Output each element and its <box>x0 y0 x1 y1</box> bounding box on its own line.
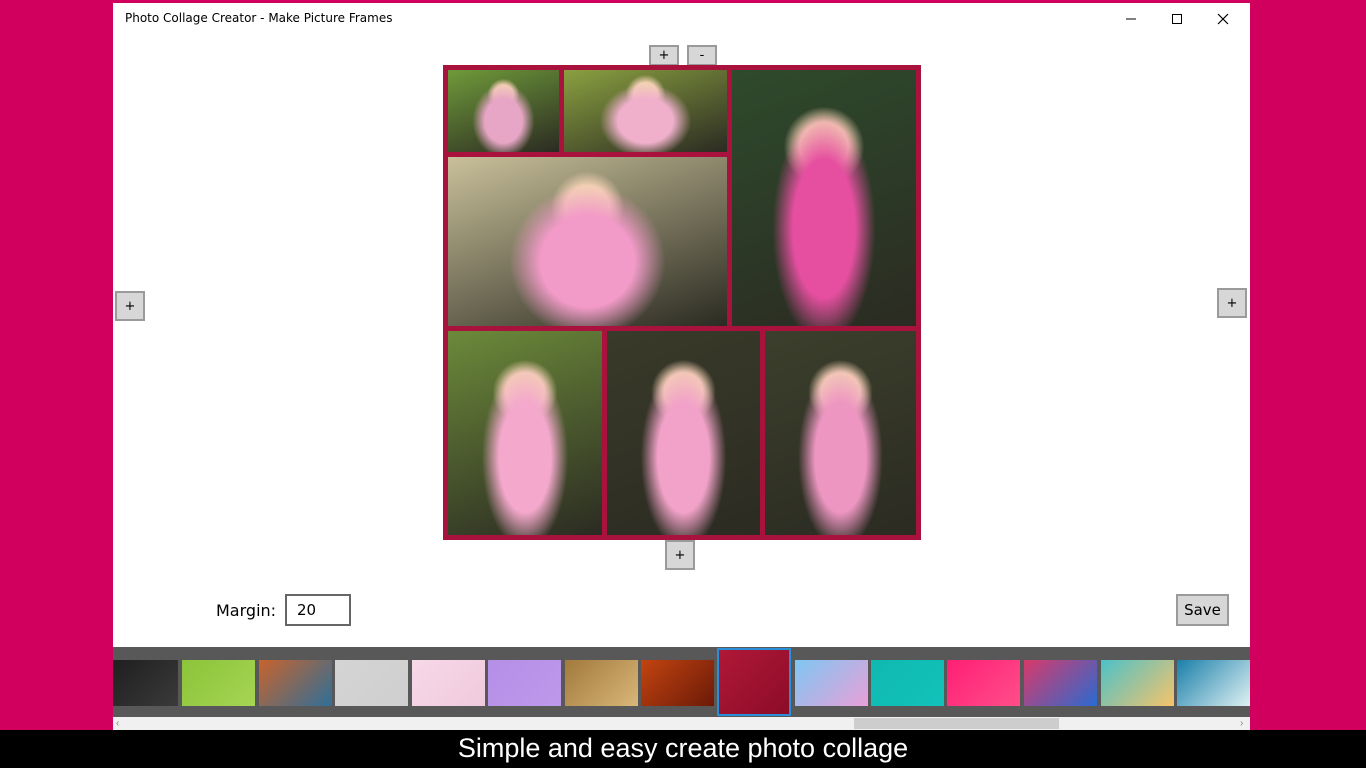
background-hot-pink[interactable] <box>947 660 1020 706</box>
background-color-swirl[interactable] <box>1024 660 1097 706</box>
caption-bar: Simple and easy create photo collage <box>0 730 1366 768</box>
background-pink-wood[interactable] <box>412 660 485 706</box>
app-window: Photo Collage Creator - Make Picture Fra… <box>113 3 1250 730</box>
background-parchment[interactable] <box>565 660 638 706</box>
background-dark[interactable] <box>113 660 178 706</box>
minimize-button[interactable] <box>1108 3 1154 35</box>
photo-girl-on-lawn[interactable] <box>448 70 559 152</box>
scrollbar-thumb[interactable] <box>854 718 1059 729</box>
close-button[interactable] <box>1200 3 1246 35</box>
minimize-icon <box>1126 18 1136 20</box>
margin-input[interactable] <box>285 594 351 626</box>
photo-girl-by-tree-trunk[interactable] <box>732 70 916 326</box>
background-rust[interactable] <box>641 660 714 706</box>
scroll-right-icon[interactable]: › <box>1240 717 1243 730</box>
background-rainbow-blur[interactable] <box>795 660 868 706</box>
remove-row-top-button[interactable]: - <box>687 45 717 66</box>
photo-girl-in-park[interactable] <box>448 157 727 326</box>
add-row-top-button[interactable]: + <box>649 45 679 66</box>
background-pastel-gradient[interactable] <box>1101 660 1174 706</box>
background-light-blue[interactable] <box>1177 660 1250 706</box>
title-bar: Photo Collage Creator - Make Picture Fra… <box>113 3 1250 35</box>
background-lavender[interactable] <box>488 660 561 706</box>
save-button[interactable]: Save <box>1176 594 1229 626</box>
photo-girl-arms-out[interactable] <box>765 331 916 535</box>
scroll-left-icon[interactable]: ‹ <box>116 717 119 730</box>
window-title: Photo Collage Creator - Make Picture Fra… <box>125 11 393 25</box>
background-light-gray[interactable] <box>335 660 408 706</box>
maximize-button[interactable] <box>1154 3 1200 35</box>
close-icon <box>1217 13 1229 25</box>
add-column-right-button[interactable]: + <box>1217 288 1247 318</box>
collage-canvas[interactable] <box>443 65 921 540</box>
background-green[interactable] <box>182 660 255 706</box>
margin-label: Margin: <box>216 601 277 620</box>
background-red-glitter[interactable] <box>717 648 791 716</box>
add-column-left-button[interactable]: + <box>115 291 145 321</box>
photo-girl-smiling-closeup[interactable] <box>448 331 602 535</box>
photo-girl-among-vines[interactable] <box>607 331 760 535</box>
maximize-icon <box>1172 14 1182 24</box>
caption-text: Simple and easy create photo collage <box>457 733 909 763</box>
background-picker[interactable] <box>113 647 1250 717</box>
background-teal[interactable] <box>871 660 944 706</box>
photo-girl-lying-in-grass[interactable] <box>564 70 727 152</box>
add-row-bottom-button[interactable]: + <box>665 540 695 570</box>
horizontal-scrollbar[interactable]: ‹ › <box>113 717 1250 730</box>
background-bokeh[interactable] <box>259 660 332 706</box>
